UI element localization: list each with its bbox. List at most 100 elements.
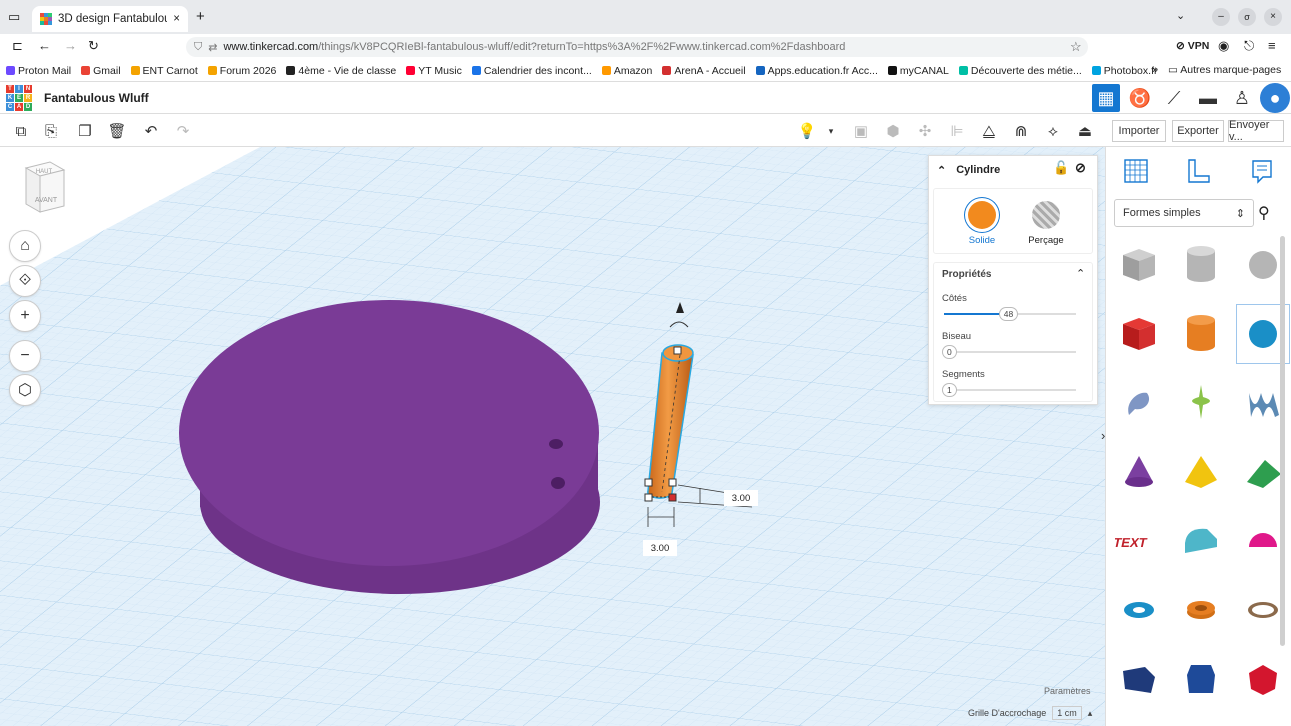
top-handle[interactable]	[673, 346, 682, 355]
forward-icon[interactable]: →	[64, 38, 77, 53]
collapse-icon[interactable]: ⌃	[937, 164, 946, 177]
bookmark-item[interactable]: Calendrier des incont...	[471, 65, 592, 77]
browser-tab[interactable]: 3D design Fantabulous W ×	[32, 6, 188, 32]
bookmark-item[interactable]: Forum 2026	[207, 65, 276, 77]
back-icon[interactable]: ←	[38, 38, 51, 53]
duplicate-icon[interactable]: ❐	[74, 120, 96, 142]
hole-button[interactable]	[1032, 201, 1060, 229]
property-slider[interactable]: 0	[942, 345, 1076, 359]
view-cube[interactable]: HAUT AVANT	[22, 160, 66, 214]
perspective-button[interactable]: ⬡	[9, 374, 41, 406]
bookmark-item[interactable]: Amazon	[601, 65, 652, 77]
menu-icon[interactable]: ≡	[1268, 38, 1276, 53]
copy-icon[interactable]: ⧉	[10, 120, 32, 142]
shape-icosahedron[interactable]	[1236, 649, 1290, 709]
workplane-icon[interactable]: ⏏	[1074, 120, 1096, 142]
light-icon[interactable]: 💡	[796, 120, 818, 142]
shape-torus[interactable]	[1112, 580, 1166, 640]
corner-handle[interactable]	[644, 493, 653, 502]
shape-pyramid[interactable]	[1174, 442, 1228, 502]
lock-icon[interactable]: 🔓	[1053, 160, 1069, 176]
reload-icon[interactable]: ↻	[88, 38, 99, 54]
shapes-scrollbar[interactable]	[1280, 236, 1285, 646]
search-icon[interactable]: ⚲	[1258, 203, 1270, 223]
shape-text[interactable]: TEXT	[1112, 511, 1166, 571]
bookmark-item[interactable]: Gmail	[81, 65, 121, 77]
close-window-icon[interactable]: ×	[1264, 8, 1282, 26]
bookmark-item[interactable]: Apps.education.fr Acc...	[755, 65, 878, 77]
sidebar-icon[interactable]: ⊏	[12, 38, 23, 54]
other-bookmarks[interactable]: ▭ Autres marque-pages	[1168, 64, 1281, 76]
bookmark-item[interactable]: Découverte des métie...	[958, 65, 1082, 77]
purple-cylinder-shape[interactable]	[179, 300, 600, 594]
restore-icon[interactable]: σ	[1238, 8, 1256, 26]
design-title[interactable]: Fantabulous Wluff	[44, 91, 149, 105]
url-field[interactable]: ⛉ ⇄ www.tinkercad.com/things/kV8PCQRIeBl…	[186, 37, 1088, 57]
align-icon[interactable]: ⊫	[946, 120, 968, 142]
lesson-icon[interactable]: ⟋	[1160, 84, 1188, 112]
corner-handle[interactable]	[668, 478, 677, 487]
slider-value[interactable]: 1	[942, 383, 957, 397]
shape-category-select[interactable]: Formes simples ⇕	[1114, 199, 1254, 227]
snap-grid-arrow-icon[interactable]: ▴	[1088, 708, 1093, 719]
property-slider[interactable]: 1	[942, 383, 1076, 397]
slider-value[interactable]: 48	[998, 307, 1019, 321]
ruler-icon[interactable]	[1182, 155, 1214, 187]
zoom-in-button[interactable]: +	[9, 300, 41, 332]
height-dimension[interactable]: 3.00	[724, 490, 758, 506]
shape-paraboloid[interactable]	[1174, 373, 1228, 433]
bookmark-item[interactable]: Photobox.fr	[1091, 65, 1157, 77]
magnet-icon[interactable]: ⋒	[1010, 120, 1032, 142]
import-button[interactable]: Importer	[1112, 120, 1166, 142]
delete-icon[interactable]: 🗑	[106, 120, 128, 142]
slider-value[interactable]: 0	[942, 345, 957, 359]
tab-close-icon[interactable]: ×	[173, 13, 180, 25]
group-icon[interactable]: ⬢	[882, 120, 904, 142]
workplane-grid-icon[interactable]	[1120, 155, 1152, 187]
width-dimension[interactable]: 3.00	[643, 540, 677, 556]
send-button[interactable]: Envoyer v...	[1228, 119, 1284, 143]
shape-cone[interactable]	[1112, 442, 1166, 502]
solid-color-button[interactable]	[968, 201, 996, 229]
shape-hexagonal-prism[interactable]	[1174, 649, 1228, 709]
collapse-properties-icon[interactable]: ⌃	[1076, 267, 1085, 280]
bookmark-item[interactable]: Proton Mail	[6, 65, 71, 77]
home-view-button[interactable]: ⌂	[9, 230, 41, 262]
mirror-icon[interactable]: ⧋	[978, 120, 1000, 142]
collapse-panel-icon[interactable]: ›	[1101, 428, 1105, 443]
bookmark-item[interactable]: 4ème - Vie de classe	[286, 65, 396, 77]
extensions-icon[interactable]: ⎋	[1244, 38, 1254, 54]
settings-link[interactable]: Paramètres	[1044, 686, 1091, 696]
bookmark-star-icon[interactable]: ☆	[1070, 39, 1082, 55]
corner-handle[interactable]	[644, 478, 653, 487]
paste-icon[interactable]: ⎘	[40, 120, 62, 142]
bookmark-item[interactable]: YT Music	[406, 65, 462, 77]
corner-handle[interactable]	[668, 493, 677, 502]
avatar[interactable]: ●	[1260, 83, 1290, 113]
undo-icon[interactable]: ↶	[140, 120, 162, 142]
redo-icon[interactable]: ↷	[172, 120, 194, 142]
shape-polygon[interactable]	[1112, 649, 1166, 709]
bookmarks-overflow[interactable]: »	[1152, 64, 1158, 76]
shape-cylinder[interactable]	[1174, 304, 1228, 364]
tinkercad-logo[interactable]: TIN KER CAD	[6, 85, 32, 111]
light-dropdown-icon[interactable]: ▾	[820, 120, 842, 142]
shape-box[interactable]	[1112, 304, 1166, 364]
shape-cylinder-hole[interactable]	[1174, 235, 1228, 295]
snap-grid-value[interactable]: 1 cm	[1052, 706, 1082, 720]
shape-tube[interactable]	[1174, 580, 1228, 640]
fit-view-button[interactable]: ⟐	[9, 265, 41, 297]
shape-half-round[interactable]	[1174, 511, 1228, 571]
bookmark-item[interactable]: ENT Carnot	[130, 65, 198, 77]
new-tab-button[interactable]: +	[196, 8, 205, 25]
bookmark-item[interactable]: myCANAL	[887, 65, 949, 77]
grid-view-icon[interactable]: ▦	[1092, 84, 1120, 112]
minimize-icon[interactable]: –	[1212, 8, 1230, 26]
projects-icon[interactable]: ▬	[1194, 84, 1222, 112]
vpn-button[interactable]: ⊘ VPN	[1176, 40, 1209, 52]
zoom-out-button[interactable]: −	[9, 340, 41, 372]
property-slider[interactable]: 48	[944, 307, 1076, 321]
blocks-icon[interactable]: ♉	[1126, 84, 1154, 112]
shape-box-hole[interactable]	[1112, 235, 1166, 295]
tab-list-icon[interactable]: ▭	[8, 9, 20, 25]
